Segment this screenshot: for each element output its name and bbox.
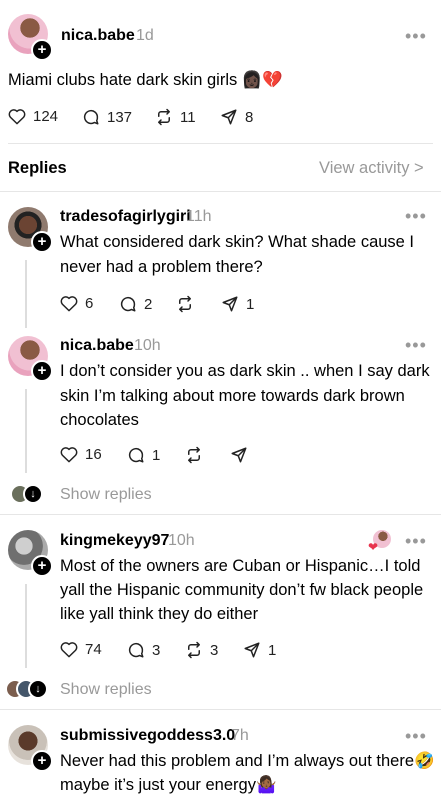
heart-icon	[60, 447, 78, 463]
send-icon	[231, 447, 247, 463]
repost-button[interactable]: 3	[185, 641, 218, 659]
show-replies-arrow-icon[interactable]: ↓	[23, 484, 43, 504]
like-button[interactable]: 74	[60, 641, 102, 658]
share-count: 8	[245, 108, 254, 126]
more-options-icon[interactable]: •••	[405, 531, 427, 552]
comment-button[interactable]: 2	[119, 295, 152, 313]
more-options-icon[interactable]: •••	[405, 26, 427, 47]
show-replies-link[interactable]: Show replies	[60, 681, 152, 699]
thread-line	[25, 389, 27, 473]
reply-text-line: maybe it’s just your energy🤷🏾‍♀️	[60, 776, 277, 794]
share-button[interactable]: 8	[220, 108, 253, 126]
more-options-icon[interactable]: •••	[405, 335, 427, 356]
comment-icon	[83, 109, 99, 125]
view-activity-link[interactable]: View activity >	[319, 159, 424, 178]
thread-line	[25, 260, 27, 328]
show-replies-link[interactable]: Show replies	[60, 486, 152, 504]
post-time: 1d	[136, 27, 154, 44]
repost-button[interactable]	[185, 446, 210, 464]
repost-button[interactable]: 11	[155, 108, 196, 126]
reply-text-line: like yall think they do either	[60, 605, 259, 623]
show-replies-arrow-icon[interactable]: ↓	[28, 679, 48, 699]
more-options-icon[interactable]: •••	[405, 206, 427, 227]
reply-username[interactable]: kingmekeyy97	[60, 532, 169, 550]
comment-count: 1	[152, 446, 161, 464]
reply-text-line: Never had this problem and I’m always ou…	[60, 752, 435, 770]
comment-icon	[120, 296, 136, 312]
repost-icon	[179, 295, 191, 313]
follow-plus-icon[interactable]: +	[31, 39, 53, 61]
like-count: 124	[33, 108, 59, 125]
repost-icon	[188, 641, 200, 659]
reply-time: 10h	[168, 532, 195, 549]
follow-plus-icon[interactable]: +	[31, 555, 53, 577]
follow-plus-icon[interactable]: +	[31, 231, 53, 253]
reply-text-line: I don’t consider you as dark skin .. whe…	[60, 362, 430, 380]
reply-time: 11h	[186, 208, 212, 225]
repost-button[interactable]	[176, 295, 201, 313]
heart-badge-icon: ❤	[368, 540, 379, 554]
comment-button[interactable]: 1	[127, 446, 160, 464]
like-count: 6	[85, 295, 94, 312]
more-options-icon[interactable]: •••	[405, 726, 427, 747]
reply-text-line: never had a problem there?	[60, 258, 263, 276]
like-count: 16	[85, 446, 102, 463]
share-button[interactable]: 1	[243, 641, 276, 659]
heart-icon	[60, 296, 78, 312]
share-count: 1	[268, 641, 277, 659]
reply-username[interactable]: nica.babe	[60, 337, 134, 355]
send-icon	[244, 642, 260, 658]
divider	[0, 514, 441, 515]
thread-line	[25, 584, 27, 668]
repost-icon	[188, 446, 200, 464]
like-button[interactable]: 124	[8, 108, 58, 125]
send-icon	[221, 109, 237, 125]
share-count: 1	[246, 295, 255, 313]
comment-button[interactable]: 3	[127, 641, 160, 659]
follow-plus-icon[interactable]: +	[31, 360, 53, 382]
reply-username[interactable]: submissivegoddess3.0	[60, 727, 235, 745]
reply-text-line: chocolates	[60, 411, 139, 429]
reply-time: 7h	[231, 727, 249, 744]
like-button[interactable]: 16	[60, 446, 102, 463]
reply-username[interactable]: tradesofagirlygirl	[60, 208, 191, 226]
follow-plus-icon[interactable]: +	[31, 750, 53, 772]
share-button[interactable]	[230, 446, 255, 464]
divider	[0, 191, 441, 192]
repost-count: 11	[180, 108, 196, 126]
heart-icon	[8, 109, 26, 125]
replies-heading: Replies	[8, 159, 67, 177]
comment-count: 137	[107, 108, 133, 126]
divider	[0, 709, 441, 710]
heart-icon	[60, 642, 78, 658]
comment-icon	[128, 447, 144, 463]
reply-text-line: yall the Hispanic community don’t fw bla…	[60, 581, 424, 599]
comment-button[interactable]: 137	[82, 108, 132, 126]
send-icon	[222, 296, 238, 312]
reply-time: 10h	[134, 337, 161, 354]
repost-icon	[158, 108, 170, 126]
comment-count: 3	[152, 641, 161, 659]
reply-text-line: What considered dark skin? What shade ca…	[60, 233, 415, 251]
divider	[8, 143, 433, 144]
reply-text-line: skin I’m talking about more towards dark…	[60, 387, 405, 405]
post-text: Miami clubs hate dark skin girls 👩🏿💔	[8, 71, 283, 89]
repost-count: 3	[210, 641, 219, 659]
comment-count: 2	[144, 295, 153, 313]
reply-text-line: Most of the owners are Cuban or Hispanic…	[60, 557, 421, 575]
comment-icon	[128, 642, 144, 658]
post-username[interactable]: nica.babe	[61, 27, 135, 45]
like-count: 74	[85, 641, 102, 658]
like-button[interactable]: 6	[60, 295, 93, 312]
share-button[interactable]: 1	[221, 295, 254, 313]
